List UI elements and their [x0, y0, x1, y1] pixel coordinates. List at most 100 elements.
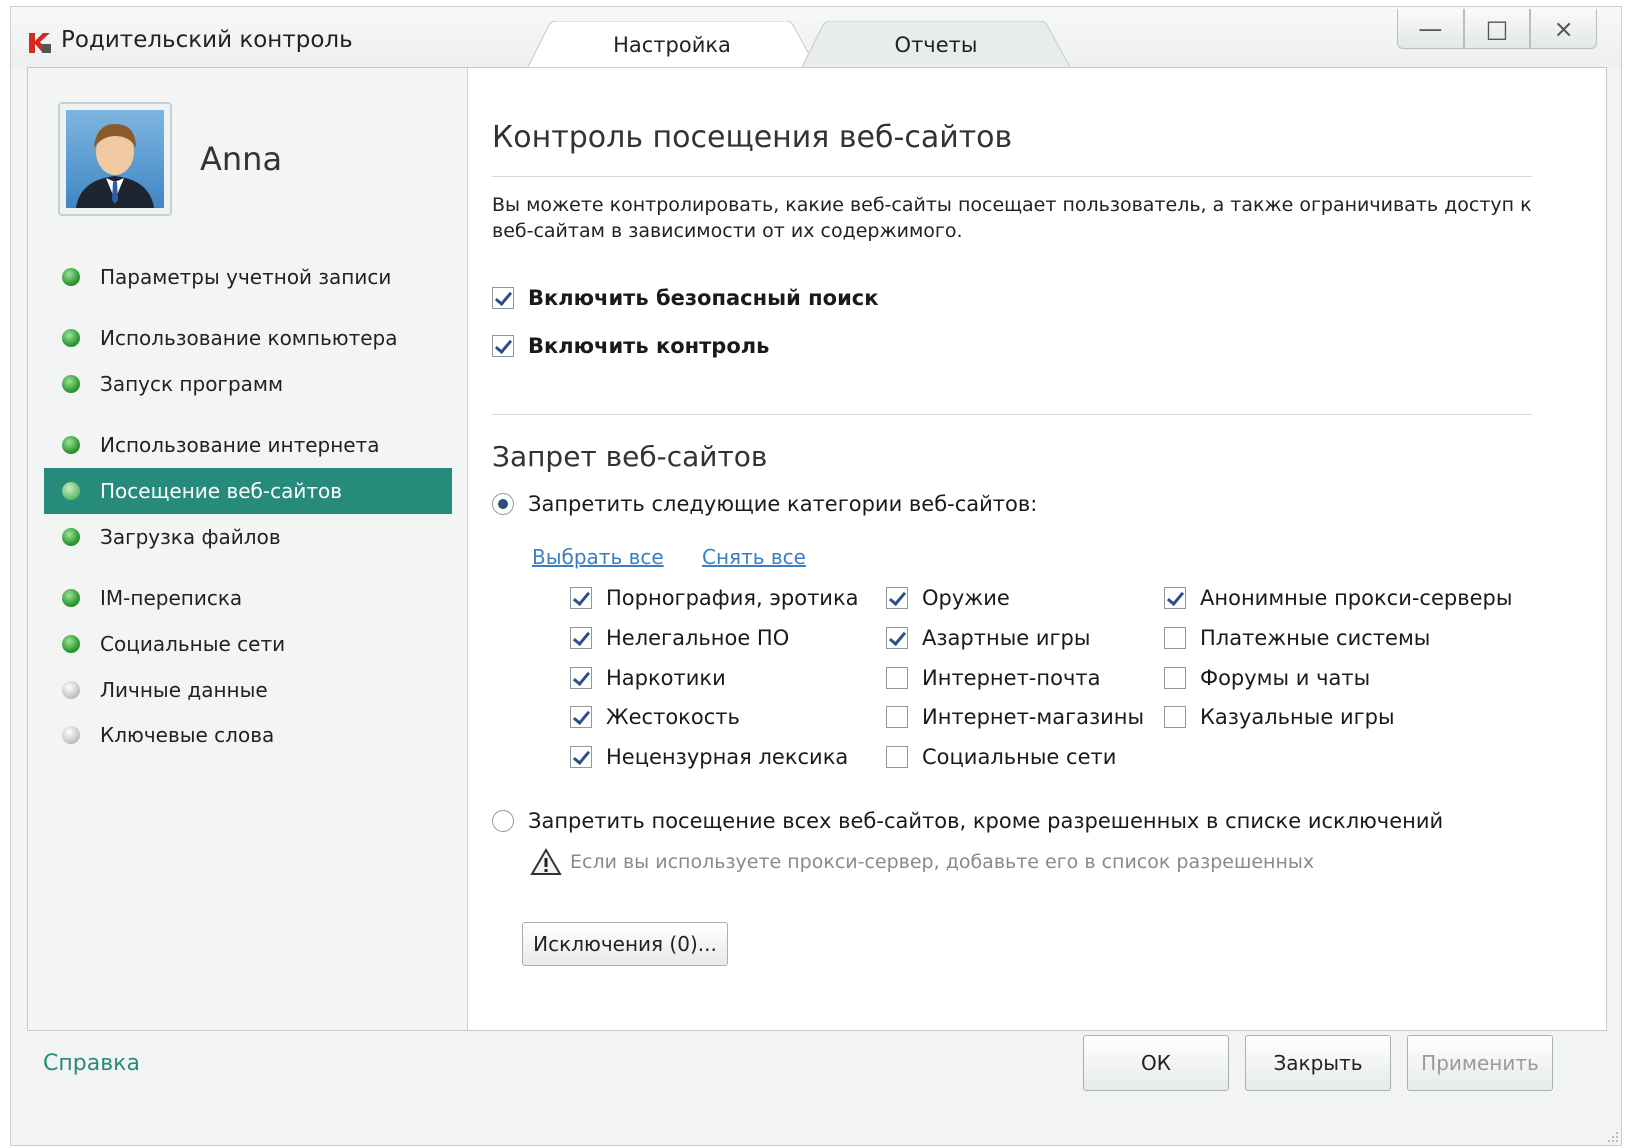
sidebar-item-file-downloads[interactable]: Загрузка файлов — [44, 514, 452, 560]
page-title: Контроль посещения веб-сайтов — [492, 120, 1013, 155]
category-checkbox[interactable] — [1164, 627, 1186, 649]
safe-search-checkbox-row[interactable]: Включить безопасный поиск — [492, 286, 879, 310]
safe-search-checkbox[interactable] — [492, 287, 514, 309]
block-categories-radio-row[interactable]: Запретить следующие категории веб-сайтов… — [492, 492, 1037, 516]
tab-settings[interactable]: Настройка — [527, 21, 817, 69]
block-all-radio-row[interactable]: Запретить посещение всех веб-сайтов, кро… — [492, 809, 1443, 833]
sidebar-item-label: Посещение веб-сайтов — [100, 479, 343, 503]
help-link[interactable]: Справка — [43, 1051, 140, 1076]
block-all-radio[interactable] — [492, 810, 514, 832]
sidebar-item-internet-usage[interactable]: Использование интернета — [44, 422, 452, 468]
category-label: Интернет-почта — [922, 666, 1101, 690]
category-checkbox-row[interactable]: Интернет-магазины — [886, 705, 1144, 729]
status-green-icon — [62, 528, 80, 546]
sidebar-item-label: IM-переписка — [100, 586, 243, 610]
category-label: Социальные сети — [922, 745, 1117, 769]
sidebar-item-keywords[interactable]: Ключевые слова — [44, 712, 452, 758]
enable-control-checkbox[interactable] — [492, 335, 514, 357]
category-label: Анонимные прокси-серверы — [1200, 586, 1513, 610]
enable-control-label: Включить контроль — [528, 334, 770, 358]
warning-icon — [530, 848, 562, 875]
category-checkbox[interactable] — [886, 667, 908, 689]
sidebar-item-social-networks[interactable]: Социальные сети — [44, 621, 452, 667]
category-label: Наркотики — [606, 666, 726, 690]
category-checkbox-row[interactable]: Жестокость — [570, 705, 740, 729]
sidebar-item-personal-data[interactable]: Личные данные — [44, 667, 452, 713]
main-panel: Контроль посещения веб-сайтов Вы можете … — [468, 68, 1606, 1030]
ok-button[interactable]: ОК — [1083, 1035, 1229, 1091]
status-grey-icon — [62, 726, 80, 744]
category-checkbox[interactable] — [570, 706, 592, 728]
tab-reports-label: Отчеты — [894, 33, 978, 57]
enable-control-checkbox-row[interactable]: Включить контроль — [492, 334, 769, 358]
sidebar-item-label: Запуск программ — [100, 372, 284, 396]
category-checkbox-row[interactable]: Нецензурная лексика — [570, 745, 848, 769]
category-checkbox[interactable] — [570, 746, 592, 768]
category-label: Оружие — [922, 586, 1010, 610]
category-label: Азартные игры — [922, 626, 1091, 650]
page-description: Вы можете контролировать, какие веб-сайт… — [492, 194, 1532, 242]
minimize-button[interactable]: — — [1397, 9, 1464, 49]
category-checkbox-row[interactable]: Интернет-почта — [886, 666, 1100, 690]
status-grey-icon — [62, 681, 80, 699]
category-checkbox-row[interactable]: Азартные игры — [886, 626, 1090, 650]
user-name: Anna — [200, 140, 283, 178]
category-checkbox[interactable] — [886, 587, 908, 609]
close-window-button[interactable]: × — [1530, 9, 1598, 49]
category-checkbox[interactable] — [570, 587, 592, 609]
sidebar-item-label: Использование интернета — [100, 433, 380, 457]
proxy-warning: Если вы используете прокси-сервер, добав… — [530, 848, 1314, 876]
sidebar-item-account-settings[interactable]: Параметры учетной записи — [44, 254, 452, 300]
select-all-link[interactable]: Выбрать все — [532, 545, 664, 569]
content-frame: Anna Параметры учетной записи Использова… — [27, 67, 1607, 1031]
category-checkbox[interactable] — [1164, 667, 1186, 689]
category-checkbox[interactable] — [1164, 587, 1186, 609]
section-divider — [492, 414, 1532, 415]
apply-button[interactable]: Применить — [1407, 1035, 1553, 1091]
minimize-icon: — — [1418, 14, 1443, 43]
status-green-icon — [62, 329, 80, 347]
category-checkbox-row[interactable]: Наркотики — [570, 666, 726, 690]
status-green-icon — [62, 635, 80, 653]
category-label: Казуальные игры — [1200, 705, 1395, 729]
tab-reports[interactable]: Отчеты — [801, 21, 1071, 69]
status-green-icon — [62, 589, 80, 607]
resize-grip-icon[interactable] — [1605, 1129, 1619, 1143]
user-avatar-icon — [76, 124, 154, 208]
category-checkbox-row[interactable]: Анонимные прокси-серверы — [1164, 586, 1512, 610]
category-checkbox-row[interactable]: Казуальные игры — [1164, 705, 1395, 729]
tab-settings-label: Настройка — [613, 33, 731, 57]
sidebar-item-im-messaging[interactable]: IM-переписка — [44, 575, 452, 621]
kaspersky-logo-icon — [29, 33, 51, 53]
block-categories-radio[interactable] — [492, 493, 514, 515]
maximize-icon: □ — [1485, 14, 1509, 43]
sidebar-item-label: Параметры учетной записи — [100, 265, 392, 289]
block-section-title: Запрет веб-сайтов — [492, 440, 768, 473]
category-checkbox-row[interactable]: Оружие — [886, 586, 1010, 610]
sidebar-item-computer-usage[interactable]: Использование компьютера — [44, 315, 452, 361]
status-green-icon — [62, 375, 80, 393]
sidebar-item-program-launch[interactable]: Запуск программ — [44, 361, 452, 407]
exceptions-button[interactable]: Исключения (0)... — [522, 922, 728, 966]
sidebar-item-label: Загрузка файлов — [100, 525, 281, 549]
category-checkbox-row[interactable]: Платежные системы — [1164, 626, 1430, 650]
category-checkbox[interactable] — [570, 667, 592, 689]
category-checkbox[interactable] — [886, 746, 908, 768]
category-checkbox[interactable] — [886, 706, 908, 728]
category-label: Нелегальное ПО — [606, 626, 790, 650]
category-checkbox-row[interactable]: Нелегальное ПО — [570, 626, 789, 650]
category-label: Жестокость — [606, 705, 740, 729]
sidebar-item-website-visits[interactable]: Посещение веб-сайтов — [44, 468, 452, 514]
close-icon: × — [1553, 14, 1574, 43]
category-checkbox[interactable] — [570, 627, 592, 649]
maximize-button[interactable]: □ — [1463, 9, 1531, 49]
category-checkbox-row[interactable]: Порнография, эротика — [570, 586, 859, 610]
clear-all-link[interactable]: Снять все — [702, 545, 806, 569]
category-checkbox-row[interactable]: Форумы и чаты — [1164, 666, 1370, 690]
status-green-icon — [62, 436, 80, 454]
sidebar-item-label: Социальные сети — [100, 632, 286, 656]
close-button[interactable]: Закрыть — [1245, 1035, 1391, 1091]
category-checkbox[interactable] — [1164, 706, 1186, 728]
category-checkbox[interactable] — [886, 627, 908, 649]
category-checkbox-row[interactable]: Социальные сети — [886, 745, 1116, 769]
